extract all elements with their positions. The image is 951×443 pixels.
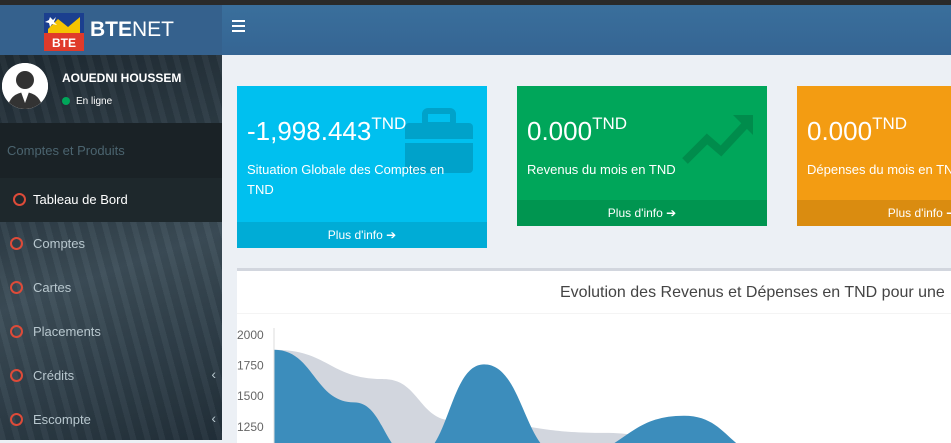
- chart-title: Evolution des Revenus et Dépenses en TND…: [560, 284, 945, 301]
- sidebar-item-placements[interactable]: Placements: [0, 310, 222, 354]
- bte-logo-icon: BTE: [44, 13, 84, 51]
- sidebar-item-label: Cartes: [33, 280, 72, 295]
- avatar: [2, 63, 48, 109]
- sidebar-item-label: Comptes: [33, 236, 86, 251]
- svg-text:BTE: BTE: [52, 36, 76, 50]
- chart-title-bar: Evolution des Revenus et Dépenses en TND…: [237, 271, 951, 314]
- arrow-circle-right-icon: ➔: [946, 206, 951, 220]
- y-tick-label: 2000: [237, 328, 264, 342]
- user-status[interactable]: En ligne: [62, 96, 112, 107]
- circle-icon: [10, 413, 23, 426]
- more-info-link[interactable]: Plus d'info ➔: [517, 200, 767, 226]
- arrow-circle-right-icon: ➔: [666, 206, 677, 220]
- area-chart: 2000 1750 1500 1250: [237, 328, 774, 443]
- online-status-icon: [62, 97, 70, 106]
- user-panel: AOUEDNI HOUSSEM En ligne: [0, 55, 222, 123]
- circle-icon: [10, 281, 23, 294]
- more-info-link[interactable]: Plus d'info ➔: [797, 200, 951, 226]
- logo-area[interactable]: BTE BTENET: [0, 5, 222, 55]
- user-avatar-icon: [2, 63, 48, 109]
- sidebar-section-header: Comptes et Produits: [0, 123, 222, 178]
- brand-name: BTENET: [90, 18, 174, 42]
- sidebar-item-tableau-de-bord[interactable]: Tableau de Bord: [0, 178, 222, 222]
- sidebar-item-escompte[interactable]: Escompte ‹: [0, 398, 222, 440]
- sidebar-item-comptes[interactable]: Comptes: [0, 222, 222, 266]
- sidebar: AOUEDNI HOUSSEM En ligne Comptes et Prod…: [0, 55, 222, 440]
- sidebar-item-label: Escompte: [33, 412, 91, 427]
- info-box-description: Situation Globale des Comptes en TND: [247, 162, 445, 197]
- sidebar-item-cartes[interactable]: Cartes: [0, 266, 222, 310]
- arrow-circle-right-icon: ➔: [386, 228, 397, 242]
- chevron-left-icon: ‹: [211, 410, 216, 426]
- info-box-revenus: 0.000TND Revenus du mois en TND Plus d'i…: [517, 86, 767, 226]
- chevron-left-icon: ‹: [211, 366, 216, 382]
- more-info-link[interactable]: Plus d'info ➔: [237, 222, 487, 248]
- circle-icon: [13, 193, 26, 206]
- info-box-description: Revenus du mois en TND: [527, 162, 676, 177]
- chart-panel: Evolution des Revenus et Dépenses en TND…: [237, 268, 951, 443]
- sidebar-item-credits[interactable]: Crédits ‹: [0, 354, 222, 398]
- sidebar-item-label: Crédits: [33, 368, 75, 383]
- brand-bold: BTE: [90, 18, 132, 41]
- y-tick-label: 1750: [237, 359, 264, 373]
- brand-rest: NET: [132, 18, 174, 41]
- circle-icon: [10, 369, 23, 382]
- y-tick-label: 1500: [237, 389, 264, 403]
- info-box-depenses: 0.000TND Dépenses du mois en TND Plus d'…: [797, 86, 951, 226]
- circle-icon: [10, 237, 23, 250]
- sidebar-item-label: Placements: [33, 324, 101, 339]
- sidebar-item-label: Tableau de Bord: [33, 192, 128, 207]
- sidebar-toggle-button[interactable]: [232, 16, 252, 36]
- y-tick-label: 1250: [237, 420, 264, 434]
- info-box-description: Dépenses du mois en TND: [807, 162, 951, 177]
- section-header-label: Comptes et Produits: [7, 143, 125, 158]
- user-name: AOUEDNI HOUSSEM: [62, 71, 182, 85]
- info-box-value: 0.000TND: [527, 114, 628, 146]
- hamburger-icon: [232, 20, 245, 32]
- info-box-value: -1,998.443TND: [247, 114, 407, 146]
- info-box-situation-globale: -1,998.443TND Situation Globale des Comp…: [237, 86, 487, 248]
- info-box-value: 0.000TND: [807, 114, 908, 146]
- user-status-label: En ligne: [76, 96, 113, 107]
- circle-icon: [10, 325, 23, 338]
